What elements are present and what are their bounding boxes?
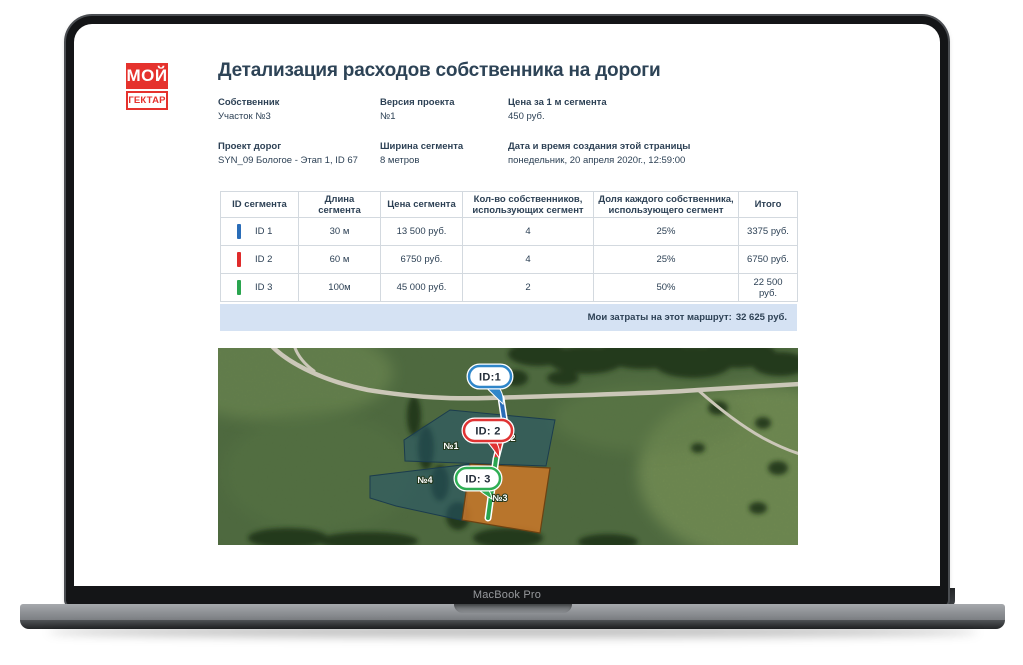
header-segment-price: Цена сегмента [381,192,463,218]
info-cell-project-version: Версия проекта №1 [380,96,508,124]
segment-color-bar [237,280,241,295]
segment-total: 3375 руб. [739,218,798,246]
info-grid: Собственник Участок №3 Версия проекта №1… [218,96,690,168]
segment-id: ID 3 [255,282,272,293]
page-title: Детализация расходов собственника на дор… [218,60,660,82]
info-label: Версия проекта [380,96,508,110]
logo-bottom-text: ГЕКТАР [126,91,168,110]
segment-price: 6750 руб. [381,246,463,274]
owners-count: 2 [463,274,594,302]
brand-label: MacBook Pro [66,589,948,601]
table-row: ID 3 100м 45 000 руб. 2 50% 22 500 руб. [221,274,798,302]
segment-id: ID 1 [255,226,272,237]
header-total: Итого [739,192,798,218]
segment-price: 45 000 руб. [381,274,463,302]
total-costs-label: Мои затраты на этот маршрут: [588,312,732,323]
header-owner-share: Доля каждого собственника, использующего… [594,192,739,218]
segments-table: ID сегмента Длина сегмента Цена сегмента… [220,191,798,302]
owner-share: 50% [594,274,739,302]
plot-1-label: №1 [443,441,458,451]
lid-notch [454,604,572,613]
info-label: Собственник [218,96,380,110]
plot-3-label: №3 [492,493,507,503]
info-value: Участок №3 [218,110,380,124]
segments-table-wrap: ID сегмента Длина сегмента Цена сегмента… [220,191,797,331]
info-label: Ширина сегмента [380,140,508,154]
owner-share: 25% [594,246,739,274]
plot-4-label: №4 [417,475,432,485]
segment-total: 6750 руб. [739,246,798,274]
segment-color-bar [237,224,241,239]
owners-count: 4 [463,246,594,274]
info-value: 450 руб. [508,110,690,124]
table-row: ID 1 30 м 13 500 руб. 4 25% 3375 руб. [221,218,798,246]
info-label: Проект дорог [218,140,380,154]
owners-count: 4 [463,218,594,246]
info-label: Дата и время создания этой страницы [508,140,690,154]
table-header-row: ID сегмента Длина сегмента Цена сегмента… [221,192,798,218]
segment-length: 60 м [299,246,381,274]
info-value: понедельник, 20 апреля 2020г., 12:59:00 [508,154,690,168]
laptop-base [20,604,1005,621]
info-value: 8 метров [380,154,508,168]
total-costs-value: 32 625 руб. [736,312,787,323]
info-cell-price-per-meter: Цена за 1 м сегмента 450 руб. [508,96,690,124]
moy-gektar-logo: МОЙ ГЕКТАР [126,63,168,110]
route-map: №1 №2 №3 №4 ID:1 [218,348,798,545]
segment-id: ID 2 [255,254,272,265]
segment-total: 22 500 руб. [739,274,798,302]
header-segment-length: Длина сегмента [299,192,381,218]
header-owners-count: Кол-во собственников, использующих сегме… [463,192,594,218]
logo-top-text: МОЙ [126,63,168,89]
segment-color-bar [237,252,241,267]
marker-label: ID:1 [479,372,501,384]
laptop-screen: МОЙ ГЕКТАР Детализация расходов собствен… [74,24,940,586]
info-value: SYN_09 Бологое - Этап 1, ID 67 [218,154,380,168]
info-value: №1 [380,110,508,124]
table-row: ID 2 60 м 6750 руб. 4 25% 6750 руб. [221,246,798,274]
segment-length: 30 м [299,218,381,246]
segment-price: 13 500 руб. [381,218,463,246]
marker-label: ID: 2 [475,426,500,438]
info-cell-segment-width: Ширина сегмента 8 метров [380,140,508,168]
laptop-shadow [48,626,978,637]
info-cell-road-project: Проект дорог SYN_09 Бологое - Этап 1, ID… [218,140,380,168]
owner-share: 25% [594,218,739,246]
info-label: Цена за 1 м сегмента [508,96,690,110]
marker-label: ID: 3 [465,474,490,486]
segment-length: 100м [299,274,381,302]
macbook-mockup: МОЙ ГЕКТАР Детализация расходов собствен… [0,0,1023,665]
info-cell-created-datetime: Дата и время создания этой страницы поне… [508,140,690,168]
route-map-image: №1 №2 №3 №4 ID:1 [218,348,798,545]
laptop-lid: МОЙ ГЕКТАР Детализация расходов собствен… [66,16,948,606]
header-segment-id: ID сегмента [221,192,299,218]
total-costs-bar: Мои затраты на этот маршрут: 32 625 руб. [220,304,797,331]
info-cell-owner: Собственник Участок №3 [218,96,380,124]
